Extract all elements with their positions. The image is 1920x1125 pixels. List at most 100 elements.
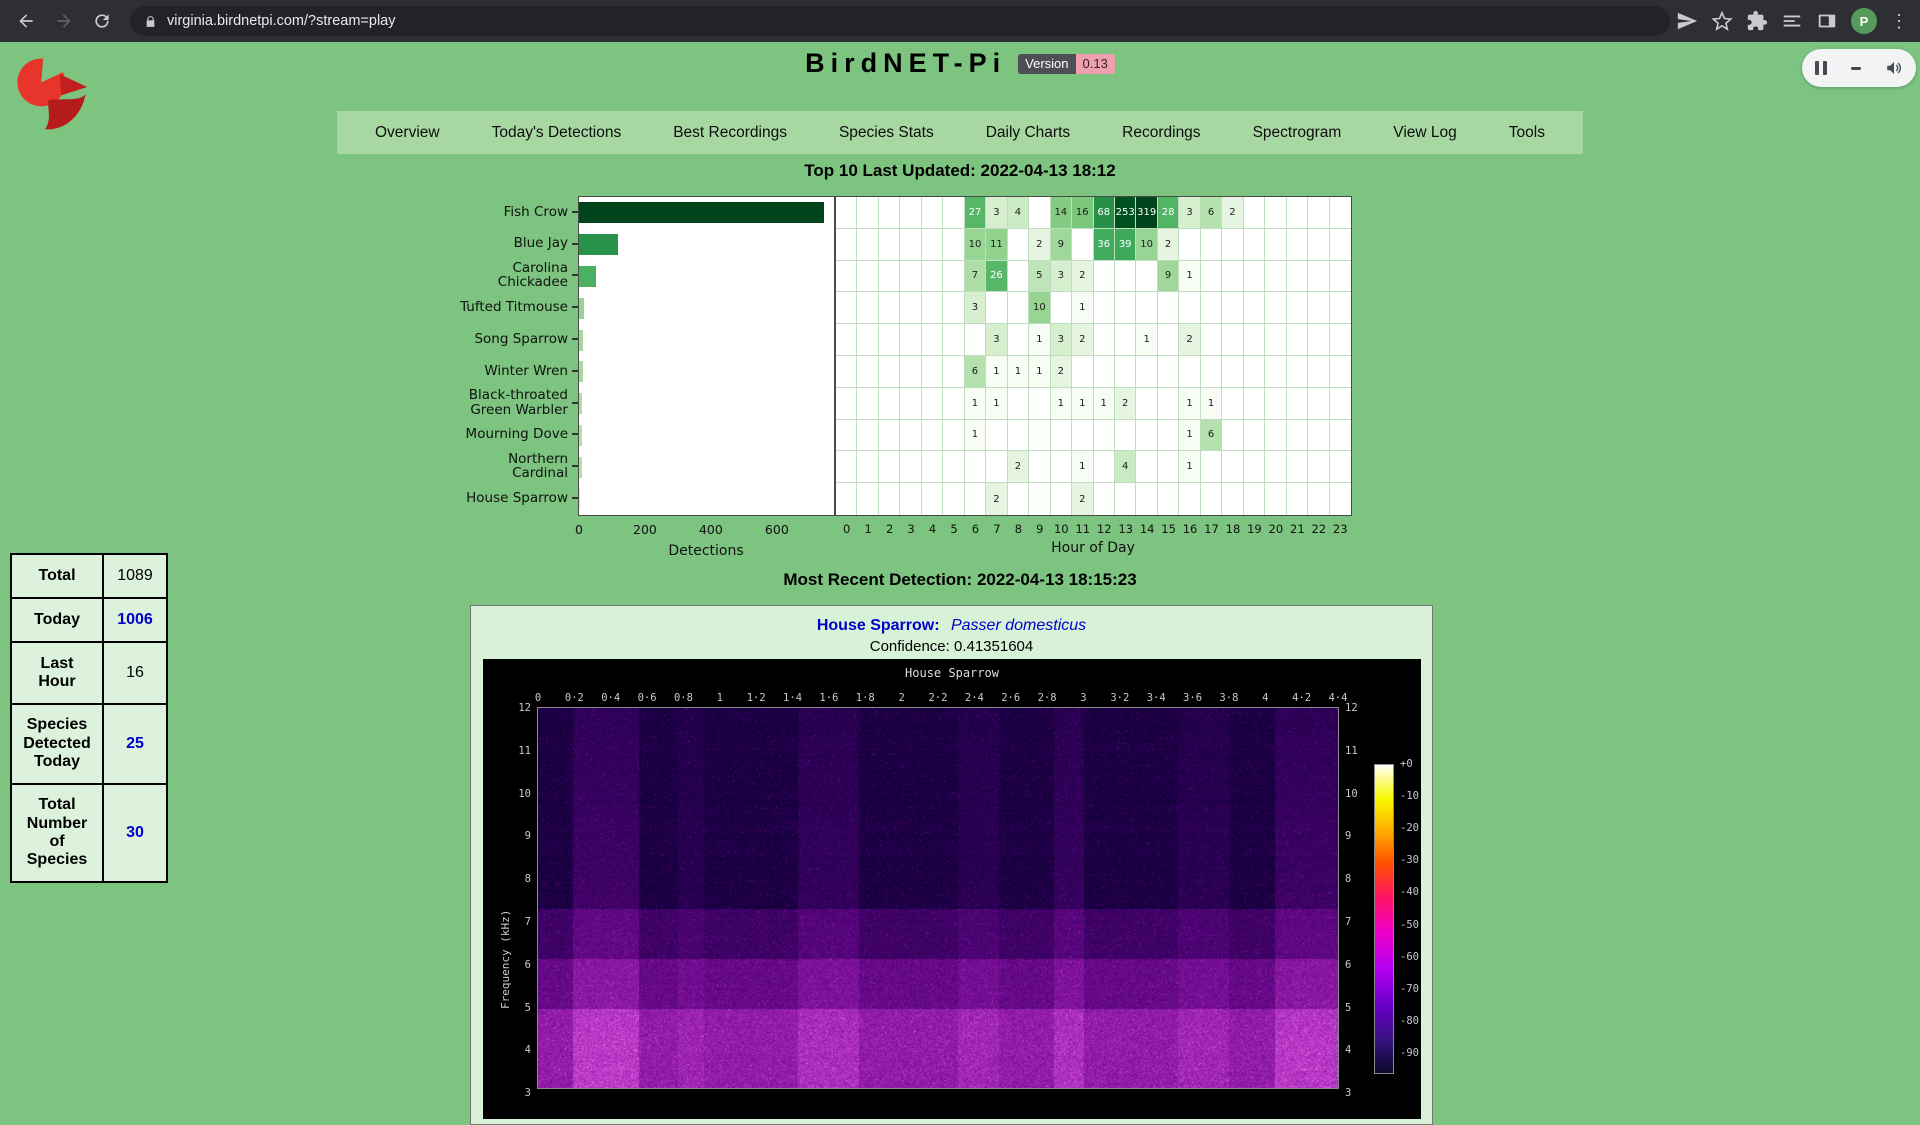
sg-colorbar-tick: -70: [1400, 983, 1419, 995]
bookmark-star-icon[interactable]: [1711, 10, 1733, 32]
sg-colorbar-tick: -40: [1400, 886, 1419, 898]
sg-time-tick: 3·6: [1183, 692, 1202, 704]
sg-time-tick: 0·2: [565, 692, 584, 704]
nav-item-tools[interactable]: Tools: [1509, 124, 1545, 142]
audio-player: [1802, 49, 1916, 87]
stats-label: Last Hour: [11, 642, 103, 704]
top10-heading: Top 10 Last Updated: 2022-04-13 18:12: [0, 161, 1920, 181]
pause-icon[interactable]: [1815, 61, 1827, 75]
stats-label: Total Number of Species: [11, 784, 103, 882]
hour-tick-label: 18: [1226, 522, 1241, 536]
sg-colorbar-tick: -30: [1400, 854, 1419, 866]
sg-freq-tick-left: 9: [483, 830, 531, 842]
sg-freq-tick-right: 11: [1345, 745, 1375, 757]
sg-colorbar-tick: -20: [1400, 822, 1419, 834]
volume-icon[interactable]: [1885, 59, 1903, 77]
spectrogram-title: House Sparrow: [483, 666, 1421, 680]
audio-timeline[interactable]: [1851, 67, 1861, 70]
sg-freq-tick-right: 12: [1345, 702, 1375, 714]
sg-freq-tick-right: 9: [1345, 830, 1375, 842]
version-badge: Version 0.13: [1018, 54, 1115, 74]
sg-time-tick: 3·8: [1219, 692, 1238, 704]
bar-tick-label: 400: [699, 522, 723, 537]
title-row: BirdNET-Pi Version 0.13: [0, 48, 1920, 79]
stats-cell: 1006: [103, 598, 167, 642]
sg-freq-tick-left: 10: [483, 788, 531, 800]
hour-tick-label: 21: [1290, 522, 1305, 536]
spectrogram-time-axis: 00·20·40·60·811·21·41·61·822·22·42·62·83…: [538, 692, 1338, 704]
back-icon[interactable]: [10, 5, 42, 37]
most-recent-heading: Most Recent Detection: 2022-04-13 18:15:…: [0, 570, 1920, 590]
sg-colorbar-tick: -60: [1400, 951, 1419, 963]
sg-freq-tick-right: 4: [1345, 1044, 1375, 1056]
stats-cell: 16: [103, 642, 167, 704]
sg-colorbar-tick: -10: [1400, 790, 1419, 802]
hour-tick-label: 13: [1118, 522, 1133, 536]
app-title: BirdNET-Pi: [805, 48, 1006, 79]
address-bar[interactable]: virginia.birdnetpi.com/?stream=play: [130, 6, 1670, 36]
profile-avatar[interactable]: P: [1851, 8, 1877, 34]
recent-detection-panel: House Sparrow: Passer domesticus Confide…: [470, 605, 1433, 1125]
sg-freq-tick-left: 5: [483, 1002, 531, 1014]
spectrogram-plot: [537, 707, 1339, 1089]
hour-tick-label: 15: [1161, 522, 1176, 536]
spectrogram-colorbar: [1374, 764, 1394, 1074]
spectrogram-image: House Sparrow 00·20·40·60·811·21·41·61·8…: [483, 659, 1421, 1119]
extensions-icon[interactable]: [1746, 10, 1768, 32]
main-nav: Overview Today's Detections Best Recording…: [337, 111, 1583, 154]
spectrogram-canvas: [538, 708, 1338, 1088]
detection-species-link[interactable]: House Sparrow:: [817, 617, 940, 634]
hour-tick-label: 9: [1036, 522, 1043, 536]
toolbar-actions: P ⋮: [1676, 8, 1910, 34]
nav-item-spectrogram[interactable]: Spectrogram: [1253, 124, 1342, 142]
stats-table: Total1089Today1006Last Hour16Species Det…: [10, 553, 168, 883]
bar-tick-label: 600: [765, 522, 789, 537]
stats-cell: 25: [103, 704, 167, 784]
nav-item-recordings[interactable]: Recordings: [1122, 124, 1200, 142]
bar-axis-title: Detections: [668, 543, 743, 559]
nav-item-today-s-detections[interactable]: Today's Detections: [492, 124, 622, 142]
list-icon[interactable]: [1781, 10, 1803, 32]
sg-time-tick: 1·4: [783, 692, 802, 704]
hour-tick-label: 16: [1183, 522, 1198, 536]
sg-freq-tick-left: 3: [483, 1087, 531, 1099]
url-text[interactable]: virginia.birdnetpi.com/?stream=play: [167, 13, 395, 29]
detection-confidence: Confidence: 0.41351604: [471, 638, 1432, 655]
nav-item-overview[interactable]: Overview: [375, 124, 440, 142]
hour-tick-label: 1: [865, 522, 872, 536]
stats-value-link[interactable]: 30: [126, 824, 144, 841]
nav-item-view-log[interactable]: View Log: [1393, 124, 1456, 142]
stats-value-link[interactable]: 25: [126, 735, 144, 752]
stats-cell: 30: [103, 784, 167, 882]
stats-row: Today 1006: [11, 598, 167, 642]
sg-time-tick: 2·6: [1001, 692, 1020, 704]
version-badge-label: Version: [1018, 54, 1075, 74]
stats-label: Today: [11, 598, 103, 642]
sg-colorbar-tick: -50: [1400, 919, 1419, 931]
menu-icon[interactable]: ⋮: [1890, 10, 1906, 32]
hour-tick-label: 19: [1247, 522, 1262, 536]
nav-item-daily-charts[interactable]: Daily Charts: [986, 124, 1070, 142]
send-icon[interactable]: [1676, 10, 1698, 32]
hour-tick-label: 2: [886, 522, 893, 536]
nav-item-species-stats[interactable]: Species Stats: [839, 124, 934, 142]
birdnet-pi-page: { "browser": { "url": "virginia.birdnetp…: [0, 0, 1920, 1017]
detection-title: House Sparrow: Passer domesticus: [471, 617, 1432, 635]
stats-row: Total Number of Species 30: [11, 784, 167, 882]
detection-scientific-name[interactable]: Passer domesticus: [951, 617, 1086, 634]
hour-tick-label: 12: [1097, 522, 1112, 536]
side-panel-icon[interactable]: [1816, 10, 1838, 32]
sg-freq-tick-left: 6: [483, 959, 531, 971]
reload-icon[interactable]: [86, 5, 118, 37]
chart-axes: 0200400600012345678910111213141516171819…: [380, 196, 1352, 566]
hour-tick-label: 8: [1015, 522, 1022, 536]
sg-freq-tick-right: 7: [1345, 916, 1375, 928]
bar-tick-label: 0: [575, 522, 583, 537]
top10-chart: Fish CrowBlue JayCarolina ChickadeeTufte…: [380, 196, 1352, 566]
stats-value-link[interactable]: 1006: [117, 611, 153, 628]
version-badge-value: 0.13: [1076, 54, 1115, 74]
sg-freq-tick-left: 8: [483, 873, 531, 885]
forward-icon[interactable]: [48, 5, 80, 37]
stats-label: Species Detected Today: [11, 704, 103, 784]
nav-item-best-recordings[interactable]: Best Recordings: [673, 124, 787, 142]
